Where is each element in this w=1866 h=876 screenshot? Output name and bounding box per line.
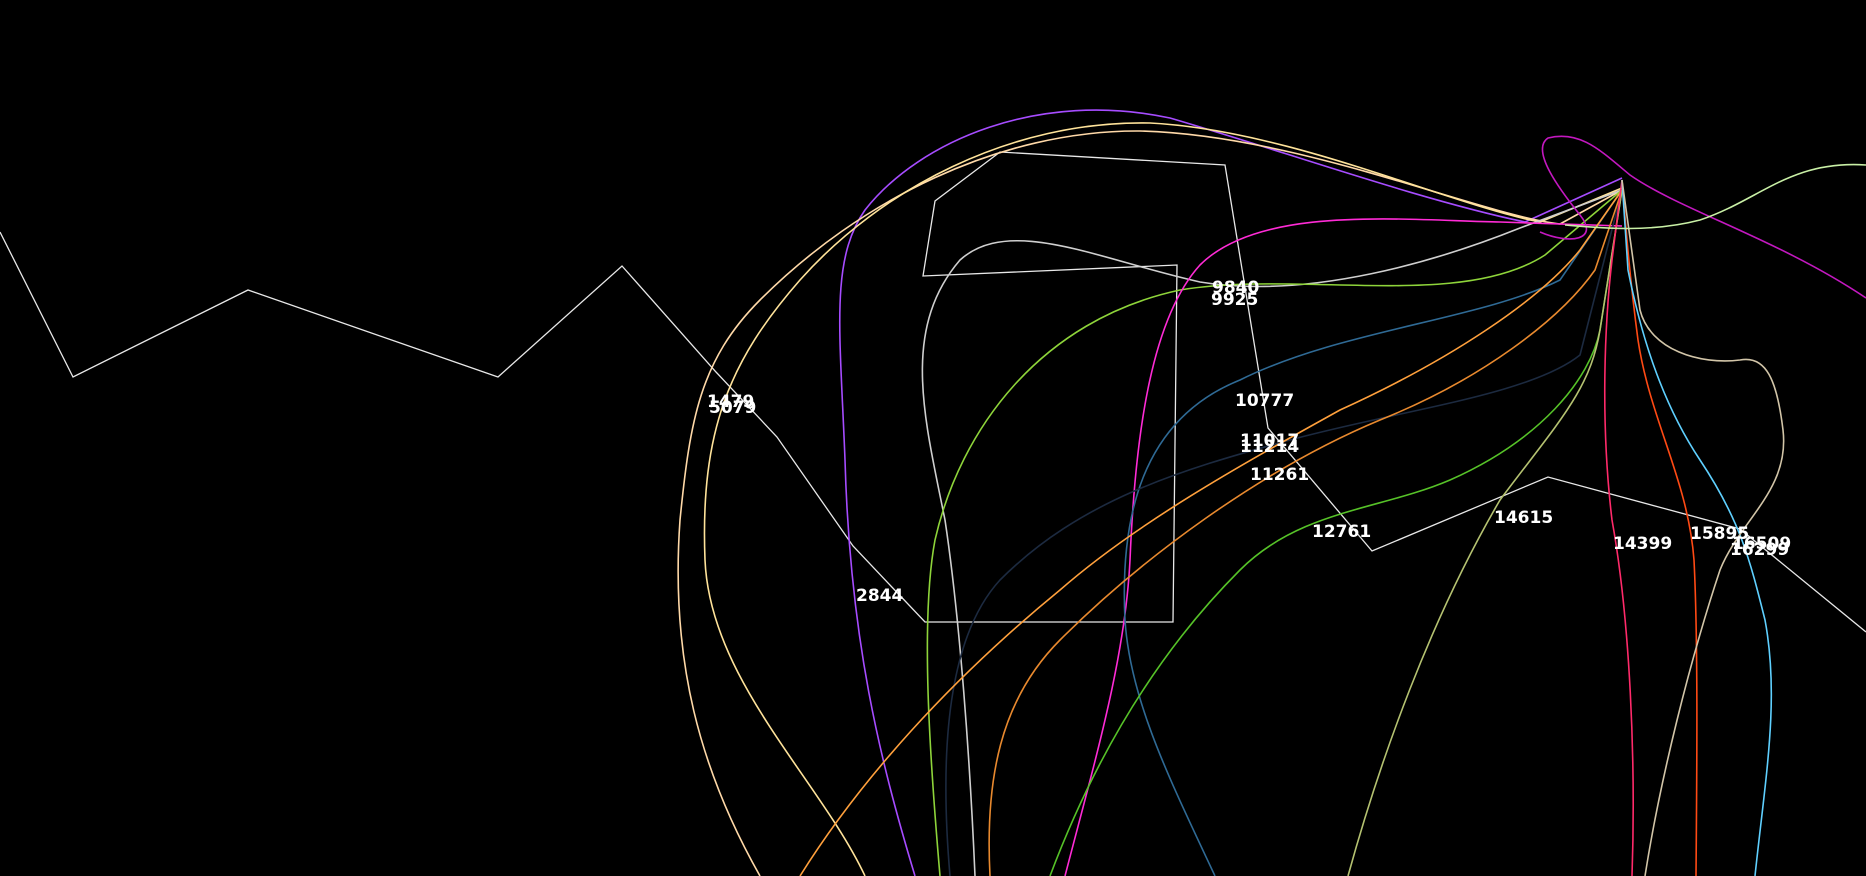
node-label: 2844 [856,586,903,606]
node-label: 16299 [1730,540,1789,560]
node-label: 11214 [1240,437,1299,457]
node-label: 9925 [1211,290,1258,310]
node-label: 11261 [1250,465,1309,485]
node-label: 14399 [1613,534,1672,554]
network-diagram-canvas: 1479 5079 2844 9840 9925 10777 11017 112… [0,0,1866,876]
background [0,0,1866,876]
node-label: 12761 [1312,522,1371,542]
node-label: 5079 [709,398,756,418]
node-label: 10777 [1235,391,1294,411]
node-label: 14615 [1494,508,1553,528]
